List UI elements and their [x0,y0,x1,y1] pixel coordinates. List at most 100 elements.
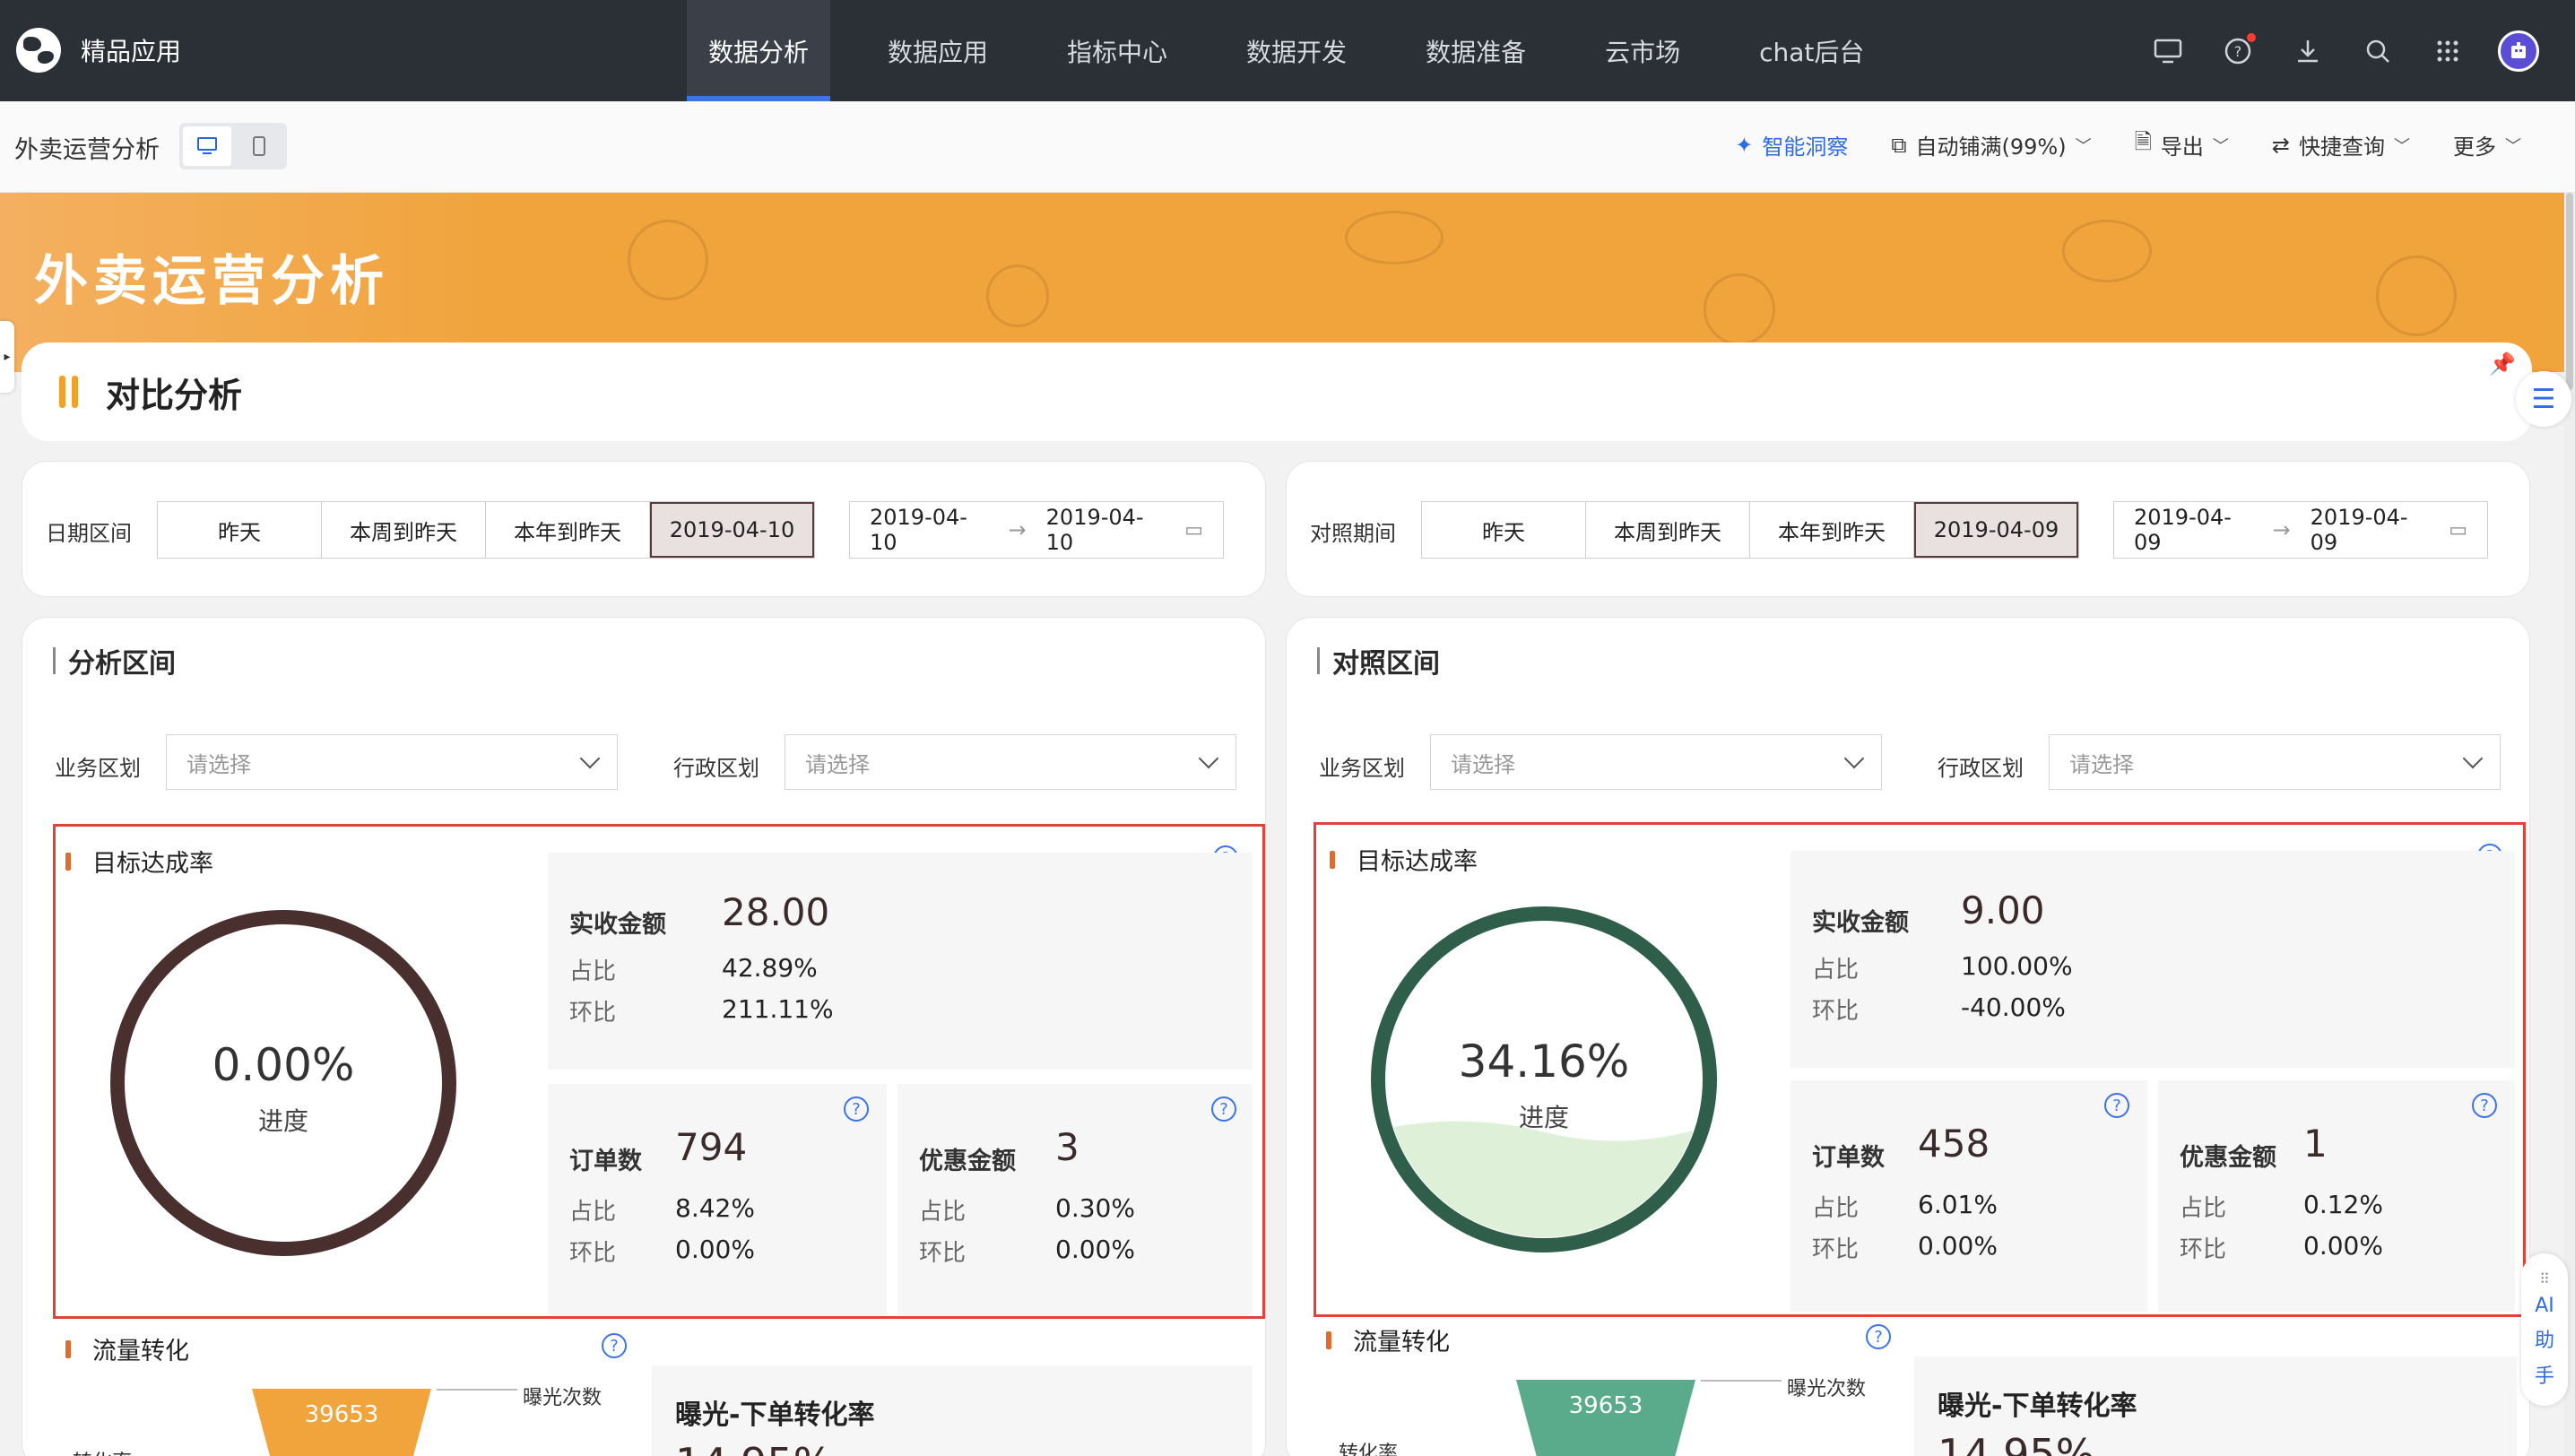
export-button[interactable]: 🗎 导出 ﹀ [2135,126,2229,163]
progress-ring: 0.00% 进度 [108,908,458,1258]
help-icon[interactable]: ? [2218,31,2258,71]
discount-mom: 0.00% [2303,1231,2383,1261]
range-end: 2019-04-09 [2310,505,2408,555]
top-icons: ? [2148,30,2539,72]
preset-yesterday[interactable]: 昨天 [1422,502,1586,558]
progress-ring: 34.16% 进度 [1369,905,1719,1254]
help-icon[interactable]: ? [844,1096,869,1122]
preset-year-to-yesterday[interactable]: 本年到昨天 [486,502,650,558]
preset-week-to-yesterday[interactable]: 本周到昨天 [322,502,486,558]
conversion-title: 曝光-下单转化率 [1938,1391,2137,1422]
food-pattern-icon [2376,256,2457,336]
notification-dot [2247,33,2256,42]
admin-region-select[interactable]: 请选择 [785,734,1236,790]
compare-range-label: 对照期间 [1310,521,1396,546]
orders-value: 794 [675,1125,748,1169]
top-navbar: 精品应用 数据分析 数据应用 指标中心 数据开发 数据准备 云市场 chat后台… [0,0,2575,101]
food-pattern-icon [1704,273,1775,345]
orders-mom: 0.00% [675,1235,755,1264]
conversion-tile: 曝光-下单转化率 14.95% [1914,1356,2517,1456]
nav-data-dev[interactable]: 数据开发 [1225,0,1368,101]
compare-range-picker[interactable]: 2019-04-09 → 2019-04-09 ▭ [2113,501,2488,559]
orders-value: 458 [1918,1122,1990,1166]
apps-grid-icon[interactable] [2428,31,2467,71]
date-range-picker[interactable]: 2019-04-10 → 2019-04-10 ▭ [849,501,1224,559]
arrow-right-icon: → [2272,517,2291,542]
discount-label: 优惠金额 [2180,1144,2276,1172]
admin-region-label: 行政区划 [673,756,759,781]
help-icon[interactable]: ? [1211,1096,1236,1122]
conversion-title: 曝光-下单转化率 [675,1400,875,1431]
section-header: 对比分析 📌 [22,342,2532,441]
smart-insight-button[interactable]: ✦ 智能洞察 [1735,129,1848,160]
food-pattern-icon [628,220,708,300]
section-title: 对比分析 [106,375,243,415]
search-icon[interactable] [2358,31,2397,71]
discount-share: 0.12% [2303,1190,2383,1219]
biz-region-label: 业务区划 [1319,756,1405,781]
main-nav: 数据分析 数据应用 指标中心 数据开发 数据准备 云市场 chat后台 [687,0,1921,101]
ai-assistant-button[interactable]: ⠿ AI 助 手 [2521,1253,2568,1406]
date-filter-card: 日期区间 昨天 本周到昨天 本年到昨天 2019-04-10 2019-04-1… [22,461,1266,597]
nav-metric-center[interactable]: 指标中心 [1045,0,1189,101]
monitor-icon[interactable] [2148,31,2188,71]
preset-year-to-yesterday[interactable]: 本年到昨天 [1750,502,1914,558]
help-icon[interactable]: ? [602,1333,627,1358]
nav-chat-admin[interactable]: chat后台 [1738,0,1886,101]
autofill-button[interactable]: ⧉ 自动铺满(99%) ﹀ [1891,129,2091,160]
mobile-view-icon[interactable] [235,126,283,166]
admin-region-select[interactable]: 请选择 [2049,734,2501,790]
revenue-mom: -40.00% [1961,992,2066,1022]
discount-share: 0.30% [1055,1193,1135,1223]
scrollbar-thumb[interactable] [2566,193,2573,390]
nav-data-prep[interactable]: 数据准备 [1404,0,1548,101]
food-pattern-icon [1345,211,1444,264]
preset-selected-date[interactable]: 2019-04-09 [1914,502,2078,558]
conversion-value: 14.95% [675,1439,832,1456]
analysis-panel: 分析区间 业务区划 请选择 行政区划 请选择 目标达成率 ? 0.00% 进度 … [22,617,1266,1456]
preset-selected-date[interactable]: 2019-04-10 [650,502,814,558]
progress-label: 进度 [257,1106,308,1136]
food-pattern-icon [986,264,1049,327]
arrow-right-icon: → [1008,517,1027,542]
help-icon[interactable]: ? [1866,1324,1891,1349]
nav-cloud-market[interactable]: 云市场 [1583,0,1702,101]
orders-mom: 0.00% [1918,1231,1998,1261]
banner-title: 外卖运营分析 [34,250,389,313]
conversion-tile: 曝光-下单转化率 14.95% [652,1365,1253,1456]
funnel-side-label: 转化率 [1339,1443,1399,1456]
more-button[interactable]: 更多 ﹀ [2453,129,2521,160]
app-brand[interactable]: 精品应用 [16,25,181,75]
preset-week-to-yesterday[interactable]: 本周到昨天 [1586,502,1750,558]
analysis-panel-title: 分析区间 [53,641,176,680]
revenue-share: 100.00% [1961,951,2073,981]
nav-data-analysis[interactable]: 数据分析 [687,0,831,101]
funnel-value: 39653 [1568,1392,1643,1419]
sidebar-expand-handle[interactable]: ▸ [0,321,14,393]
flow-title: 流量转化 [65,1331,189,1366]
date-preset-segment: 昨天 本周到昨天 本年到昨天 2019-04-10 [157,501,815,559]
food-pattern-icon [2062,220,2152,282]
compare-preset-segment: 昨天 本周到昨天 本年到昨天 2019-04-09 [1421,501,2079,559]
biz-region-select[interactable]: 请选择 [166,734,618,790]
help-icon[interactable]: ? [2104,1093,2129,1118]
conversion-value: 14.95% [1938,1430,2095,1456]
preset-yesterday[interactable]: 昨天 [158,502,322,558]
desktop-view-icon[interactable] [183,126,231,166]
pin-icon[interactable]: 📌 [2489,351,2516,377]
quick-query-button[interactable]: ⇄ 快捷查询 ﹀ [2272,129,2410,160]
chevron-down-icon: ﹀ [2505,136,2521,156]
admin-region-label: 行政区划 [1938,756,2024,781]
discount-value: 1 [2303,1122,2328,1166]
orders-label: 订单数 [1812,1144,1885,1172]
download-icon[interactable] [2288,31,2328,71]
chevron-down-icon [1198,748,1219,769]
revenue-label: 实收金额 [1812,909,1909,937]
outline-toggle-icon[interactable]: ☰ [2516,371,2571,427]
help-icon[interactable]: ? [2472,1093,2497,1118]
user-avatar[interactable] [2498,30,2539,72]
nav-data-apps[interactable]: 数据应用 [866,0,1010,101]
export-file-icon: 🗎 [2134,129,2152,154]
biz-region-select[interactable]: 请选择 [1430,734,1882,790]
drag-handle-icon: ⠿ [2539,1270,2550,1287]
